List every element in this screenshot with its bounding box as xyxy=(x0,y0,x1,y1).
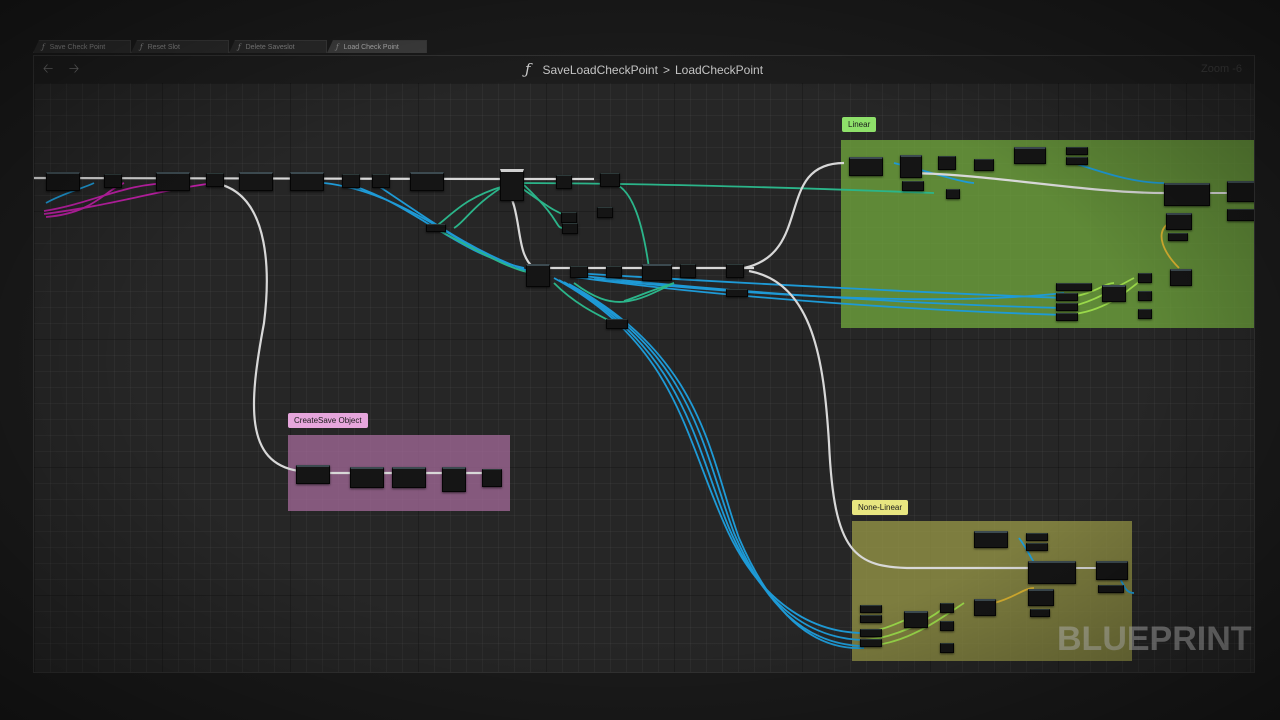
graph-node[interactable] xyxy=(1066,147,1088,155)
graph-node[interactable] xyxy=(526,264,550,287)
graph-node[interactable] xyxy=(1102,285,1126,302)
graph-node[interactable] xyxy=(902,181,924,191)
graph-node[interactable] xyxy=(1098,585,1124,593)
graph-node[interactable] xyxy=(606,319,628,329)
graph-node[interactable] xyxy=(104,174,122,188)
graph-node[interactable] xyxy=(938,156,956,170)
graph-node[interactable] xyxy=(1028,561,1076,584)
graph-node[interactable] xyxy=(561,212,577,223)
graph-node[interactable] xyxy=(600,173,620,187)
graph-node[interactable] xyxy=(680,264,696,278)
graph-node[interactable] xyxy=(860,615,882,623)
graph-node[interactable] xyxy=(1056,283,1092,291)
graph-node[interactable] xyxy=(940,603,954,613)
graph-node[interactable] xyxy=(206,173,224,187)
graph-node[interactable] xyxy=(1227,209,1254,221)
breadcrumb-parent[interactable]: SaveLoadCheckPoint xyxy=(543,63,658,77)
graph-node[interactable] xyxy=(1014,147,1046,164)
graph-node[interactable] xyxy=(296,465,330,484)
graph-node[interactable] xyxy=(940,621,954,631)
graph-node[interactable] xyxy=(860,629,882,637)
breadcrumb-current: LoadCheckPoint xyxy=(674,63,764,77)
graph-node[interactable] xyxy=(726,264,744,278)
graph-node[interactable] xyxy=(350,467,384,488)
graph-node[interactable] xyxy=(1026,533,1048,541)
tab-label: Delete Saveslot xyxy=(245,44,295,51)
graph-node[interactable] xyxy=(500,169,524,201)
graph-node[interactable] xyxy=(156,172,190,191)
graph-node[interactable] xyxy=(1026,543,1048,551)
function-icon: ƒ xyxy=(336,43,339,51)
graph-node[interactable] xyxy=(642,264,672,281)
graph-node[interactable] xyxy=(974,599,996,616)
graph-node[interactable] xyxy=(1028,589,1054,606)
function-icon: ƒ xyxy=(42,43,45,51)
graph-node[interactable] xyxy=(1138,309,1152,319)
graph-node[interactable] xyxy=(46,172,80,191)
graph-node[interactable] xyxy=(974,159,994,171)
function-icon: ƒ xyxy=(238,43,241,51)
graph-node[interactable] xyxy=(904,611,928,628)
graph-node[interactable] xyxy=(290,172,324,191)
tab-label: Save Check Point xyxy=(49,44,106,51)
graph-canvas[interactable]: Linear CreateSave Object None-Linear xyxy=(34,83,1254,672)
graph-node[interactable] xyxy=(606,266,622,278)
graph-node[interactable] xyxy=(940,643,954,653)
tab-save-check-point[interactable]: ƒ Save Check Point xyxy=(33,40,131,53)
graph-node[interactable] xyxy=(900,155,922,178)
graph-node[interactable] xyxy=(1056,293,1078,301)
graph-node[interactable] xyxy=(946,189,960,199)
graph-node[interactable] xyxy=(1138,291,1152,301)
graph-node[interactable] xyxy=(1164,183,1210,206)
graph-node[interactable] xyxy=(974,531,1008,548)
function-icon: ƒ xyxy=(524,60,531,78)
graph-node[interactable] xyxy=(1170,269,1192,286)
graph-node[interactable] xyxy=(410,172,444,191)
graph-node[interactable] xyxy=(239,172,273,191)
graph-node[interactable] xyxy=(1096,561,1128,580)
graph-node[interactable] xyxy=(442,467,466,492)
graph-node[interactable] xyxy=(726,289,748,297)
graph-node[interactable] xyxy=(392,467,426,488)
breadcrumb-separator: > xyxy=(662,63,670,77)
graph-node[interactable] xyxy=(570,266,588,278)
blueprint-graph-window: 🡠 🡢 ƒ SaveLoadCheckPoint > LoadCheckPoint Z… xyxy=(33,55,1255,673)
function-icon: ƒ xyxy=(140,43,143,51)
zoom-level: Zoom -6 xyxy=(1201,63,1242,75)
tab-label: Reset Slot xyxy=(147,44,180,51)
tab-load-check-point[interactable]: ƒ Load Check Point xyxy=(327,40,427,53)
graph-node[interactable] xyxy=(426,224,446,232)
graph-node[interactable] xyxy=(1066,157,1088,165)
tab-label: Load Check Point xyxy=(343,44,399,51)
graph-node[interactable] xyxy=(372,174,390,188)
graph-node[interactable] xyxy=(342,174,360,188)
tab-delete-saveslot[interactable]: ƒ Delete Saveslot xyxy=(229,40,327,53)
graph-node[interactable] xyxy=(556,175,572,189)
graph-node[interactable] xyxy=(482,469,502,487)
graph-node[interactable] xyxy=(1138,273,1152,283)
graph-node[interactable] xyxy=(860,639,882,647)
graph-node[interactable] xyxy=(860,605,882,613)
blueprint-watermark: BLUEPRINT xyxy=(1057,620,1252,658)
graph-node[interactable] xyxy=(562,223,578,234)
graph-node[interactable] xyxy=(1166,213,1192,230)
document-tab-bar: ƒ Save Check Point ƒ Reset Slot ƒ Delete Sa… xyxy=(33,38,1253,54)
graph-node[interactable] xyxy=(1056,303,1078,311)
graph-node[interactable] xyxy=(1227,181,1254,202)
graph-node[interactable] xyxy=(1056,313,1078,321)
tab-reset-slot[interactable]: ƒ Reset Slot xyxy=(131,40,229,53)
graph-node[interactable] xyxy=(849,157,883,176)
breadcrumb: ƒ SaveLoadCheckPoint > LoadCheckPoint xyxy=(34,56,1254,83)
graph-node[interactable] xyxy=(597,207,613,218)
graph-node[interactable] xyxy=(1030,609,1050,617)
graph-header: 🡠 🡢 ƒ SaveLoadCheckPoint > LoadCheckPoint Z… xyxy=(34,56,1254,83)
graph-node[interactable] xyxy=(1168,233,1188,241)
